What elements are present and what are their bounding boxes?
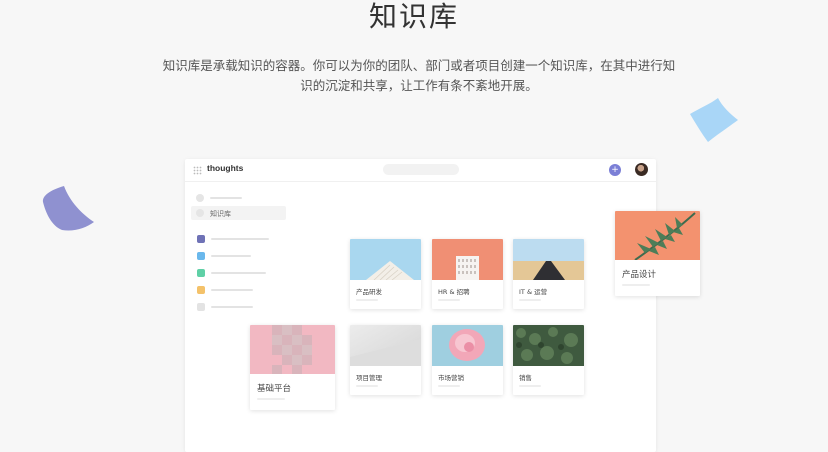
knowledge-base-card-featured[interactable]: 基础平台 bbox=[250, 325, 335, 410]
card-image bbox=[432, 239, 503, 280]
home-icon bbox=[196, 194, 204, 202]
placeholder-line bbox=[438, 299, 460, 301]
sidebar-item-label: 知识库 bbox=[210, 210, 231, 218]
avatar[interactable] bbox=[635, 163, 648, 176]
card-label: IT & 运营 bbox=[519, 288, 548, 296]
search-input[interactable] bbox=[383, 164, 459, 175]
placeholder-line bbox=[356, 299, 378, 301]
card-image bbox=[350, 239, 421, 280]
right-decoration-shape bbox=[690, 98, 738, 142]
card-label: 项目管理 bbox=[356, 374, 382, 382]
placeholder-line bbox=[211, 255, 251, 257]
knowledge-base-card[interactable]: 项目管理 bbox=[350, 325, 421, 395]
sidebar-item-knowledge-base[interactable] bbox=[191, 206, 286, 220]
app-brand: thoughts bbox=[207, 163, 244, 173]
space-color-icon[interactable] bbox=[197, 235, 205, 243]
page-title: 知识库 bbox=[368, 0, 459, 33]
add-button[interactable]: + bbox=[609, 164, 621, 176]
placeholder-line bbox=[211, 272, 266, 274]
knowledge-base-card[interactable]: 产品研发 bbox=[350, 239, 421, 309]
placeholder-line bbox=[211, 289, 253, 291]
space-color-icon[interactable] bbox=[197, 303, 205, 311]
card-image bbox=[615, 211, 700, 260]
card-label: 产品研发 bbox=[356, 288, 382, 296]
knowledge-base-card[interactable]: 销售 bbox=[513, 325, 584, 395]
knowledge-base-card-featured[interactable]: 产品设计 bbox=[615, 211, 700, 296]
placeholder-line bbox=[622, 284, 650, 286]
app-topbar: thoughts + bbox=[185, 159, 656, 182]
knowledge-base-card[interactable]: 市场营销 bbox=[432, 325, 503, 395]
card-label: HR & 招聘 bbox=[438, 288, 470, 296]
card-label: 销售 bbox=[519, 374, 532, 382]
card-image bbox=[513, 325, 584, 366]
description-line-1: 知识库是承载知识的容器。你可以为你的团队、部门或者项目创建一个知识库，在其中进行… bbox=[162, 58, 676, 73]
card-image bbox=[513, 239, 584, 280]
space-color-icon[interactable] bbox=[197, 269, 205, 277]
card-image bbox=[250, 325, 335, 374]
space-color-icon[interactable] bbox=[197, 286, 205, 294]
placeholder-line bbox=[519, 385, 541, 387]
description-line-2: 识的沉淀和共享，让工作有条不紊地开展。 bbox=[300, 78, 538, 93]
left-decoration-shape bbox=[42, 186, 94, 231]
card-image bbox=[432, 325, 503, 366]
placeholder-line bbox=[257, 398, 285, 400]
placeholder-line bbox=[211, 306, 253, 308]
card-label: 产品设计 bbox=[622, 270, 657, 280]
placeholder-line bbox=[356, 385, 378, 387]
knowledge-base-card[interactable]: IT & 运营 bbox=[513, 239, 584, 309]
placeholder-line bbox=[438, 385, 460, 387]
card-label: 市场营销 bbox=[438, 374, 464, 382]
placeholder-line bbox=[519, 299, 541, 301]
sidebar-item-home[interactable] bbox=[196, 193, 256, 203]
placeholder-line bbox=[210, 197, 242, 199]
knowledge-base-card[interactable]: HR & 招聘 bbox=[432, 239, 503, 309]
space-color-icon[interactable] bbox=[197, 252, 205, 260]
card-image bbox=[350, 325, 421, 366]
card-label: 基础平台 bbox=[257, 384, 292, 394]
knowledge-base-icon bbox=[196, 209, 204, 217]
placeholder-line bbox=[211, 238, 269, 240]
page-description: 知识库是承载知识的容器。你可以为你的团队、部门或者项目创建一个知识库，在其中进行… bbox=[154, 56, 684, 96]
grid-menu-icon[interactable] bbox=[193, 166, 202, 175]
